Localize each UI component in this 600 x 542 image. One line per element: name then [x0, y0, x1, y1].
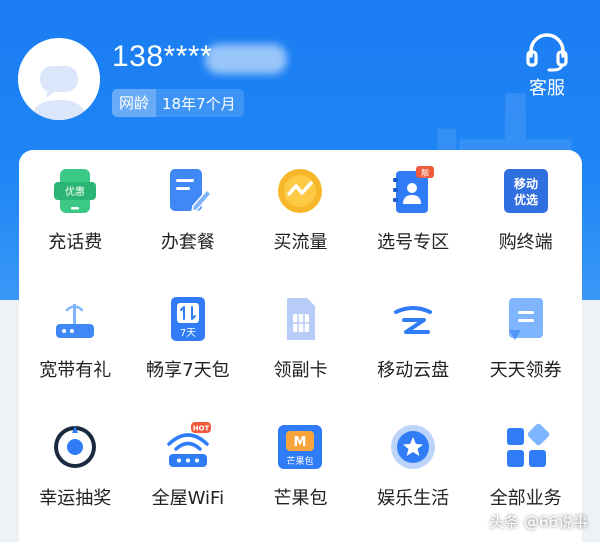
grid-item-all-services[interactable]: 全部业务 [469, 422, 582, 510]
grid-item-home-wifi[interactable]: HOT 全屋WiFi [132, 422, 245, 510]
mango-badge-text: 芒果包 [287, 455, 314, 467]
grid-item-label: 移动云盘 [377, 360, 450, 381]
grid-item-sim[interactable]: 领副卡 [244, 294, 357, 382]
all-services-icon [501, 422, 551, 472]
watermark: 头条 @66说事 [489, 513, 588, 531]
user-avatar-icon [18, 38, 100, 120]
service-card: 优惠 充话费 办套餐 买流量 靓 选号专区 移动 优选 购终端 宽带有礼 7天 … [19, 150, 582, 542]
grid-item-number-select[interactable]: 靓 选号专区 [357, 166, 470, 254]
plan-edit-icon [163, 166, 213, 216]
grid-item-label: 芒果包 [273, 488, 328, 509]
grid-item-label: 办套餐 [160, 232, 215, 253]
grid-item-entertainment[interactable]: 娱乐生活 [357, 422, 470, 510]
seven-day-pack-icon: 7天 [163, 294, 213, 344]
grid-item-terminal[interactable]: 移动 优选 购终端 [469, 166, 582, 254]
tenure-label: 网龄 [112, 89, 157, 117]
grid-item-broadband[interactable]: 宽带有礼 [19, 294, 132, 382]
number-select-icon: 靓 [388, 166, 438, 216]
grid-item-label: 买流量 [273, 232, 328, 253]
mango-pack-icon: M 芒果包 [275, 422, 325, 472]
entertainment-star-icon [388, 422, 438, 472]
router-icon [50, 294, 100, 344]
lucky-draw-icon [50, 422, 100, 472]
grid-item-label: 充话费 [48, 232, 103, 253]
terminal-badge-line2: 优选 [514, 192, 538, 207]
seven-day-badge-text: 7天 [180, 328, 196, 339]
grid-item-cloud[interactable]: 移动云盘 [357, 294, 470, 382]
tenure-value: 18年7个月 [162, 94, 236, 113]
grid-item-data[interactable]: 买流量 [244, 166, 357, 254]
grid-item-seven-day[interactable]: 7天 畅享7天包 [132, 294, 245, 382]
home-wifi-badge-text: HOT [193, 425, 210, 433]
grid-item-label: 天天领券 [489, 360, 562, 381]
grid-item-label: 娱乐生活 [377, 488, 450, 509]
grid-item-topup[interactable]: 优惠 充话费 [19, 166, 132, 254]
grid-item-label: 全屋WiFi [151, 488, 225, 509]
headset-icon [526, 33, 568, 72]
avatar[interactable] [18, 38, 100, 120]
grid-item-label: 购终端 [498, 232, 553, 253]
data-traffic-icon [275, 166, 325, 216]
grid-item-label: 全部业务 [489, 488, 562, 509]
grid-item-coupon[interactable]: 天天领券 [469, 294, 582, 382]
terminal-badge-line1: 移动 [514, 176, 538, 191]
customer-service-button[interactable]: 客服 [522, 32, 572, 100]
grid-item-label: 幸运抽奖 [39, 488, 112, 509]
number-badge-text: 靓 [421, 168, 429, 178]
topup-badge-text: 优惠 [65, 185, 85, 198]
grid-item-label: 选号专区 [377, 232, 450, 253]
phone-topup-icon: 优惠 [50, 166, 100, 216]
coupon-icon [501, 294, 551, 344]
masked-number-blur [205, 44, 287, 74]
phone-number: 138**** [112, 40, 213, 73]
cloud-drive-icon [388, 294, 438, 344]
grid-item-label: 领副卡 [273, 360, 328, 381]
sim-card-icon [275, 294, 325, 344]
grid-item-mango[interactable]: M 芒果包 芒果包 [244, 422, 357, 510]
svg-text:M: M [294, 435, 307, 450]
grid-item-label: 畅享7天包 [146, 360, 230, 381]
service-grid: 优惠 充话费 办套餐 买流量 靓 选号专区 移动 优选 购终端 宽带有礼 7天 … [19, 166, 582, 510]
home-wifi-icon: HOT [163, 422, 213, 472]
grid-item-lucky-draw[interactable]: 幸运抽奖 [19, 422, 132, 510]
tenure-badge: 网龄 18年7个月 [112, 89, 244, 117]
grid-item-label: 宽带有礼 [39, 360, 112, 381]
customer-service-label: 客服 [529, 78, 565, 99]
mobile-selected-icon: 移动 优选 [501, 166, 551, 216]
grid-item-plan[interactable]: 办套餐 [132, 166, 245, 254]
